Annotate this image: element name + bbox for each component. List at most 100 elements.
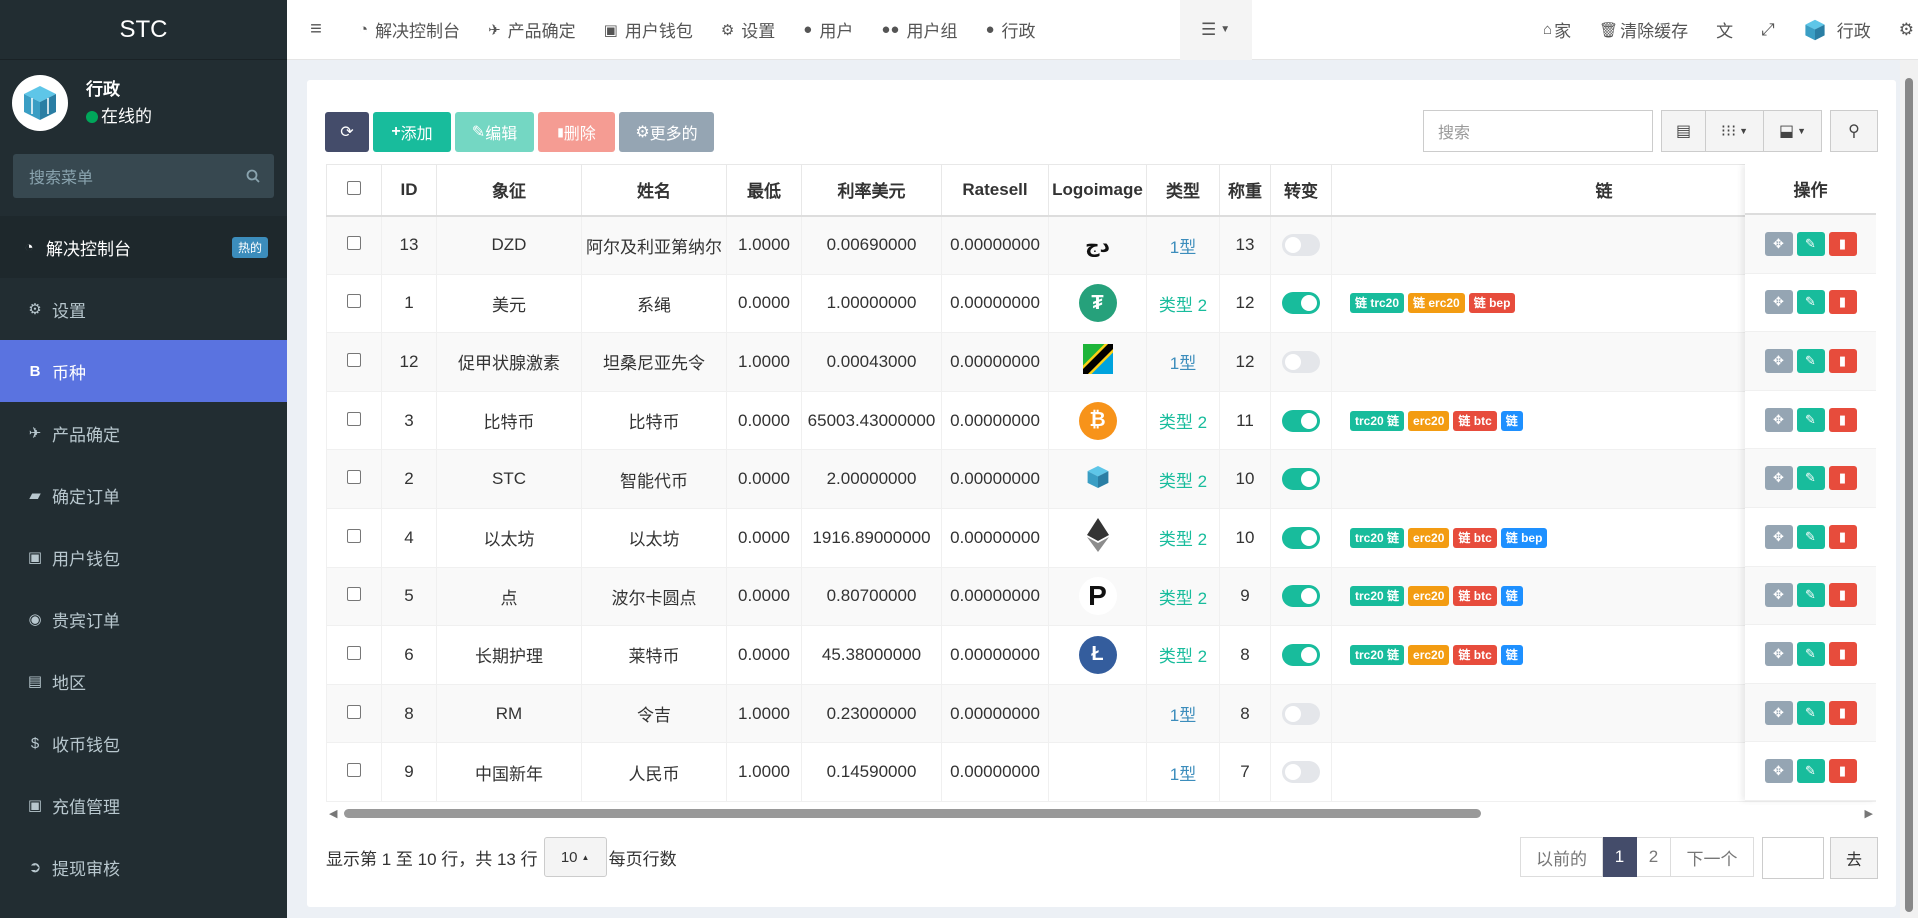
sidebar-item-user-wallet[interactable]: ▣ 用户钱包 — [0, 526, 287, 588]
row-checkbox[interactable] — [347, 470, 361, 485]
add-button[interactable]: + 添加 — [373, 112, 451, 152]
dot-logo-icon[interactable]: P — [1078, 577, 1117, 616]
table-row[interactable]: 9 中国新年 人民币 1.0000 0.14590000 0.00000000 1型 7 — [326, 742, 1876, 802]
table-search-input[interactable]: 搜索 — [1423, 110, 1653, 152]
table-row[interactable]: 12 促甲状腺激素 坦桑尼亚先令 1.0000 0.00043000 0.00000000… — [326, 332, 1876, 392]
scroll-right-icon[interactable]: ▶ — [1865, 807, 1873, 820]
delete-button[interactable]: ▮ 删除 — [538, 112, 615, 152]
eth-logo-icon[interactable] — [1086, 518, 1109, 556]
drag-sort-button[interactable]: ✥ — [1764, 231, 1793, 256]
row-delete-button[interactable]: ▮ — [1828, 407, 1857, 432]
status-toggle[interactable] — [1282, 292, 1320, 315]
export-button[interactable]: ⬓ ▼ — [1764, 110, 1822, 152]
row-edit-button[interactable]: ✎ — [1796, 290, 1825, 315]
scrollbar-thumb[interactable] — [344, 809, 1481, 818]
sidebar-item-receive-wallet[interactable]: $ 收币钱包 — [0, 712, 287, 774]
status-toggle[interactable] — [1282, 702, 1320, 725]
btc-logo-icon[interactable]: ₿ — [1078, 401, 1117, 440]
drag-sort-button[interactable]: ✥ — [1764, 290, 1793, 315]
row-checkbox[interactable] — [347, 528, 361, 543]
row-checkbox[interactable] — [347, 763, 361, 778]
tab-user-wallet[interactable]: ▣ 用户钱包 — [590, 0, 707, 60]
row-edit-button[interactable]: ✎ — [1796, 407, 1825, 432]
row-checkbox[interactable] — [347, 236, 361, 251]
usdt-logo-icon[interactable]: ₮ — [1078, 284, 1117, 323]
table-row[interactable]: 2 STC 智能代币 0.0000 2.00000000 0.00000000 类型 2 10 — [326, 449, 1876, 509]
table-row[interactable]: 6 长期护理 莱特币 0.0000 45.38000000 0.00000000 Ł 类型 2… — [326, 625, 1876, 685]
cell-type[interactable]: 类型 2 — [1146, 566, 1220, 627]
status-toggle[interactable] — [1282, 468, 1320, 491]
row-delete-button[interactable]: ▮ — [1828, 524, 1857, 549]
drag-sort-button[interactable]: ✥ — [1764, 407, 1793, 432]
drag-sort-button[interactable]: ✥ — [1764, 759, 1793, 784]
tab-admin[interactable]: ● 行政 — [971, 0, 1049, 60]
control-sidebar-button[interactable]: ⚙ — [1885, 0, 1918, 60]
page-scrollbar-thumb[interactable] — [1905, 78, 1913, 912]
admin-user-menu[interactable]: 行政 — [1789, 0, 1885, 60]
home-link[interactable]: ⌂ 家 — [1529, 0, 1585, 60]
tab-dashboard[interactable]: ◔ 解决控制台 — [345, 0, 474, 60]
row-edit-button[interactable]: ✎ — [1796, 231, 1825, 256]
next-page-button[interactable]: 下一个 — [1671, 837, 1754, 877]
drag-sort-button[interactable]: ✥ — [1764, 524, 1793, 549]
cell-type[interactable]: 1型 — [1146, 742, 1220, 802]
row-delete-button[interactable]: ▮ — [1828, 231, 1857, 256]
row-delete-button[interactable]: ▮ — [1828, 348, 1857, 373]
columns-button[interactable]: ⁝⁝⁝ ▼ — [1706, 110, 1764, 152]
status-toggle[interactable] — [1282, 585, 1320, 608]
row-delete-button[interactable]: ▮ — [1828, 641, 1857, 666]
row-delete-button[interactable]: ▮ — [1828, 466, 1857, 491]
cell-type[interactable]: 1型 — [1146, 332, 1220, 392]
row-delete-button[interactable]: ▮ — [1828, 759, 1857, 784]
row-edit-button[interactable]: ✎ — [1796, 348, 1825, 373]
table-row[interactable]: 3 比特币 比特币 0.0000 65003.43000000 0.00000000 ₿ 类型… — [326, 390, 1876, 451]
row-checkbox[interactable] — [347, 352, 361, 367]
row-delete-button[interactable]: ▮ — [1828, 583, 1857, 608]
cell-type[interactable]: 类型 2 — [1146, 507, 1220, 568]
tab-settings[interactable]: ⚙ 设置 — [707, 0, 789, 60]
row-checkbox[interactable] — [347, 411, 361, 426]
cell-type[interactable]: 1型 — [1146, 683, 1220, 744]
cell-type[interactable]: 类型 2 — [1146, 449, 1220, 509]
sidebar-item-dashboard[interactable]: ◔ 解决控制台 热的 — [0, 216, 287, 278]
status-toggle[interactable] — [1282, 526, 1320, 549]
cell-type[interactable]: 1型 — [1146, 215, 1220, 275]
table-row[interactable]: 8 RM 令吉 1.0000 0.23000000 0.00000000 1型 8 — [326, 683, 1876, 744]
tab-user-groups[interactable]: ●● 用户组 — [867, 0, 971, 60]
page-vertical-scrollbar[interactable] — [1900, 60, 1918, 918]
column-header[interactable]: 利率美元 — [801, 164, 942, 217]
tabs-dropdown-button[interactable]: ☰ ▼ — [1179, 0, 1252, 60]
column-header[interactable]: ID — [381, 164, 437, 217]
search-icon[interactable] — [246, 169, 260, 183]
column-header[interactable]: Ratesell — [941, 164, 1049, 217]
sidebar-item-products[interactable]: ✈ 产品确定 — [0, 402, 287, 464]
row-edit-button[interactable]: ✎ — [1796, 700, 1825, 725]
column-header[interactable]: 姓名 — [581, 164, 727, 217]
column-header[interactable]: 最低 — [726, 164, 802, 217]
drag-sort-button[interactable]: ✥ — [1764, 700, 1793, 725]
drag-sort-button[interactable]: ✥ — [1764, 583, 1793, 608]
status-toggle[interactable] — [1282, 761, 1320, 784]
select-all-checkbox[interactable] — [347, 180, 361, 195]
row-edit-button[interactable]: ✎ — [1796, 524, 1825, 549]
sidebar-item-region[interactable]: ▤ 地区 — [0, 650, 287, 712]
goto-page-button[interactable]: 去 — [1830, 837, 1878, 879]
clear-cache-link[interactable]: 🗑 清除缓存 — [1585, 0, 1702, 60]
status-toggle[interactable] — [1282, 409, 1320, 432]
column-header[interactable]: 象征 — [436, 164, 582, 217]
tab-users[interactable]: ● 用户 — [789, 0, 867, 60]
stc-logo-icon[interactable] — [1085, 465, 1111, 494]
column-header[interactable]: Logoimage — [1048, 164, 1147, 217]
tz-logo-icon[interactable] — [1078, 340, 1117, 379]
sidebar-item-settings[interactable]: ⚙ 设置 — [0, 278, 287, 340]
fullscreen-button[interactable]: ⤢ — [1747, 0, 1789, 60]
language-button[interactable]: 文 — [1702, 0, 1747, 60]
row-checkbox[interactable] — [347, 587, 361, 602]
sidebar-item-vip-orders[interactable]: ◉ 贵宾订单 — [0, 588, 287, 650]
status-toggle[interactable] — [1282, 234, 1320, 257]
horizontal-scrollbar[interactable]: ◀ ▶ — [326, 806, 1876, 820]
row-checkbox[interactable] — [347, 704, 361, 719]
sidebar-item-currency[interactable]: B 币种 — [0, 340, 287, 402]
prev-page-button[interactable]: 以前的 — [1520, 837, 1603, 877]
dzd-logo-icon[interactable]: دج — [1085, 235, 1110, 257]
